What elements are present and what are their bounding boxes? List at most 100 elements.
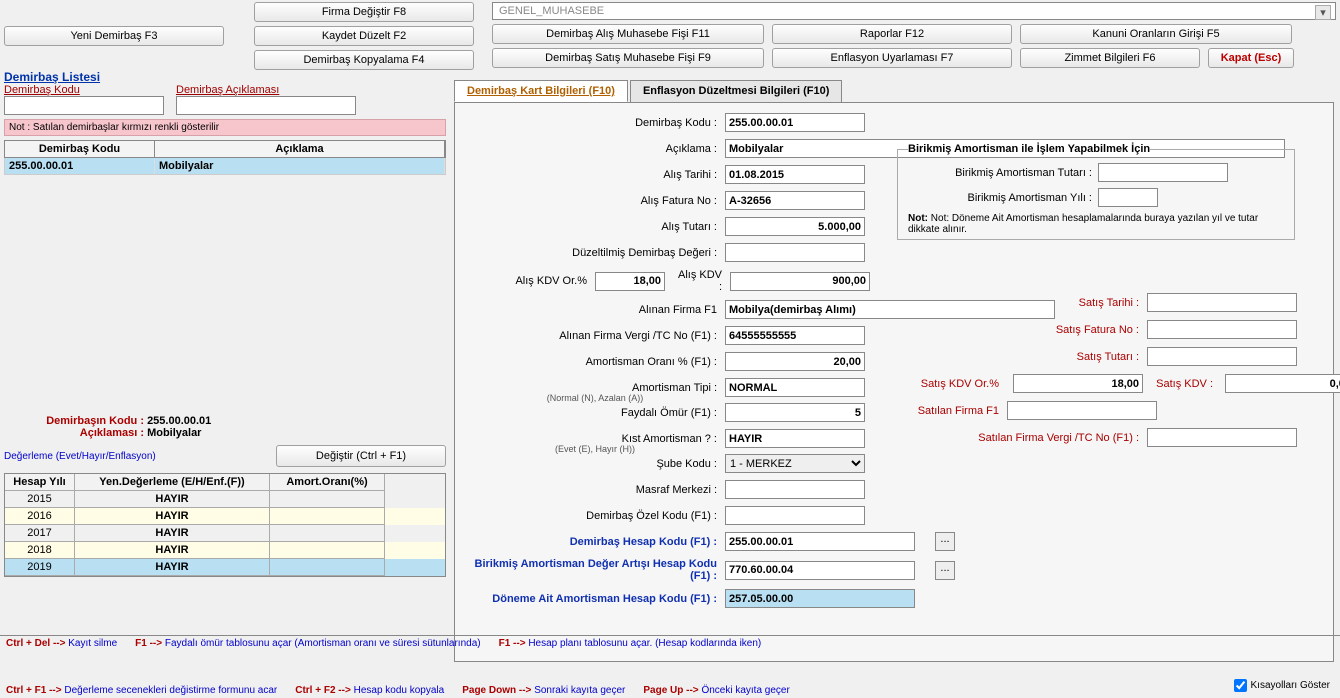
list-row[interactable]: 255.00.00.01 Mobilyalar: [4, 158, 446, 175]
sub-amort-tipi: (Normal (N), Azalan (A)): [465, 393, 725, 403]
inp-satis-tarihi[interactable]: [1147, 293, 1297, 312]
lookup-button-1[interactable]: ...: [935, 532, 955, 551]
save-button[interactable]: Kaydet Düzelt F2: [254, 26, 474, 46]
inp-birik-tutar[interactable]: [1098, 163, 1228, 182]
lbl-kdv-or: Alış KDV Or.%: [465, 275, 595, 287]
vt-cell[interactable]: 2017: [5, 525, 75, 542]
change-company-button[interactable]: Firma Değiştir F8: [254, 2, 474, 22]
inp-kodu[interactable]: [725, 113, 865, 132]
inp-satis-tutar[interactable]: [1147, 347, 1297, 366]
accumulated-box: Birikmiş Amortisman ile İşlem Yapabilmek…: [897, 143, 1295, 240]
vt-cell[interactable]: HAYIR: [75, 525, 270, 542]
vt-cell[interactable]: [270, 525, 385, 542]
inp-donem[interactable]: [725, 589, 915, 608]
filter-desc-input[interactable]: [176, 96, 356, 115]
vt-cell[interactable]: HAYIR: [75, 559, 270, 576]
vt-cell[interactable]: [270, 508, 385, 525]
inp-alis-tutari[interactable]: [725, 217, 865, 236]
lbl-alinan-firma: Alınan Firma F1: [465, 304, 725, 316]
vt-cell[interactable]: [270, 542, 385, 559]
vt-cell[interactable]: HAYIR: [75, 542, 270, 559]
summary-code-val: 255.00.00.01: [147, 415, 211, 427]
close-button[interactable]: Kapat (Esc): [1208, 48, 1294, 68]
lbl-birik-yil: Birikmiş Amortisman Yılı :: [908, 192, 1098, 204]
inp-satilan-vergi[interactable]: [1147, 428, 1297, 447]
accumulated-note: Not: Not: Döneme Ait Amortisman hesaplam…: [908, 213, 1284, 235]
tab-card-info[interactable]: Demirbaş Kart Bilgileri (F10): [454, 80, 628, 102]
vt-cell[interactable]: 2018: [5, 542, 75, 559]
vt-cell[interactable]: HAYIR: [75, 491, 270, 508]
inp-kist[interactable]: [725, 429, 865, 448]
vt-h1: Hesap Yılı: [5, 474, 75, 491]
inp-amort-tipi[interactable]: [725, 378, 865, 397]
vt-cell[interactable]: 2016: [5, 508, 75, 525]
inp-vergi-no[interactable]: [725, 326, 865, 345]
inp-hesap[interactable]: [725, 532, 915, 551]
inp-masraf[interactable]: [725, 480, 865, 499]
f-key: F1 -->: [135, 638, 162, 649]
f-key: F1 -->: [499, 638, 526, 649]
vt-cell[interactable]: 2019: [5, 559, 75, 576]
purchase-voucher-button[interactable]: Demirbaş Alış Muhasebe Fişi F11: [492, 24, 764, 44]
inp-kdv-or[interactable]: [595, 272, 665, 291]
sold-note: Not : Satılan demirbaşlar kırmızı renkli…: [4, 119, 446, 136]
inp-fatura-no[interactable]: [725, 191, 865, 210]
filter-desc-label: Demirbaş Açıklaması: [176, 84, 356, 96]
vt-h3: Amort.Oranı(%): [270, 474, 385, 491]
show-shortcuts-checkbox[interactable]: [1234, 679, 1247, 692]
f-txt: Değerleme secenekleri değistirme formunu…: [64, 685, 277, 696]
inp-satilan-firma[interactable]: [1007, 401, 1157, 420]
summary-desc-val: Mobilyalar: [147, 427, 201, 439]
lbl-alis-tutari: Alış Tutarı :: [465, 221, 725, 233]
sale-voucher-button[interactable]: Demirbaş Satış Muhasebe Fişi F9: [492, 48, 764, 68]
inp-faydali[interactable]: [725, 403, 865, 422]
lbl-faydali: Faydalı Ömür (F1) :: [465, 407, 725, 419]
inp-birik-yil[interactable]: [1098, 188, 1158, 207]
legal-rates-button[interactable]: Kanuni Oranların Girişi F5: [1020, 24, 1292, 44]
lbl-duzeltilmis: Düzeltilmiş Demirbaş Değeri :: [465, 247, 725, 259]
f-txt: Önceki kayıta geçer: [701, 685, 789, 696]
inp-kdv[interactable]: [730, 272, 870, 291]
reports-button[interactable]: Raporlar F12: [772, 24, 1012, 44]
filter-code-label: Demirbaş Kodu: [4, 84, 164, 96]
shortcut-bar: Ctrl + Del --> Kayıt silme F1 --> Faydal…: [0, 635, 1340, 698]
filter-code-input[interactable]: [4, 96, 164, 115]
inp-alis-tarihi[interactable]: [725, 165, 865, 184]
inp-ozel[interactable]: [725, 506, 865, 525]
lookup-button-2[interactable]: ...: [935, 561, 955, 580]
assignment-info-button[interactable]: Zimmet Bilgileri F6: [1020, 48, 1200, 68]
inp-satis-kdv[interactable]: [1225, 374, 1340, 393]
f-txt: Kayıt silme: [68, 638, 117, 649]
inp-duzeltilmis[interactable]: [725, 243, 865, 262]
vt-cell[interactable]: [270, 491, 385, 508]
lbl-acik: Açıklama :: [465, 143, 725, 155]
lbl-masraf: Masraf Merkezi :: [465, 484, 725, 496]
f-key: Ctrl + F1 -->: [6, 685, 62, 696]
valuation-table: Hesap Yılı Yen.Değerleme (E/H/Enf.(F)) A…: [4, 473, 446, 577]
change-button[interactable]: Değiştir (Ctrl + F1): [276, 445, 446, 467]
tab-inflation-info[interactable]: Enflasyon Düzeltmesi Bilgileri (F10): [630, 80, 842, 102]
new-button[interactable]: Yeni Demirbaş F3: [4, 26, 224, 46]
inflation-adjust-button[interactable]: Enflasyon Uyarlaması F7: [772, 48, 1012, 68]
vt-cell[interactable]: HAYIR: [75, 508, 270, 525]
lbl-amort-oran: Amortisman Oranı % (F1) :: [465, 356, 725, 368]
f-txt: Hesap planı tablosunu açar. (Hesap kodla…: [528, 638, 761, 649]
inp-satis-kdvor[interactable]: [1013, 374, 1143, 393]
lbl-kist: Kıst Amortisman ? :: [465, 433, 725, 445]
copy-button[interactable]: Demirbaş Kopyalama F4: [254, 50, 474, 70]
show-shortcuts-check[interactable]: Kısayolları Göster: [1234, 679, 1330, 692]
inp-satis-fatura[interactable]: [1147, 320, 1297, 339]
lbl-satilan-firma: Satılan Firma F1: [897, 405, 1007, 417]
lbl-satis-tarihi: Satış Tarihi :: [897, 297, 1147, 309]
inp-amort-oran[interactable]: [725, 352, 865, 371]
context-dropdown[interactable]: GENEL_MUHASEBE: [492, 2, 1336, 20]
inp-birik-hesap[interactable]: [725, 561, 915, 580]
vt-cell[interactable]: [270, 559, 385, 576]
vt-h2: Yen.Değerleme (E/H/Enf.(F)): [75, 474, 270, 491]
valuation-link[interactable]: Değerleme (Evet/Hayır/Enflasyon): [4, 451, 276, 462]
sel-sube[interactable]: 1 - MERKEZ: [725, 454, 865, 473]
lbl-satis-kdvor: Satış KDV Or.%: [897, 378, 1007, 390]
vt-cell[interactable]: 2015: [5, 491, 75, 508]
lbl-satilan-vergi: Satılan Firma Vergi /TC No (F1) :: [897, 432, 1147, 444]
show-shortcuts-label: Kısayolları Göster: [1251, 680, 1330, 691]
